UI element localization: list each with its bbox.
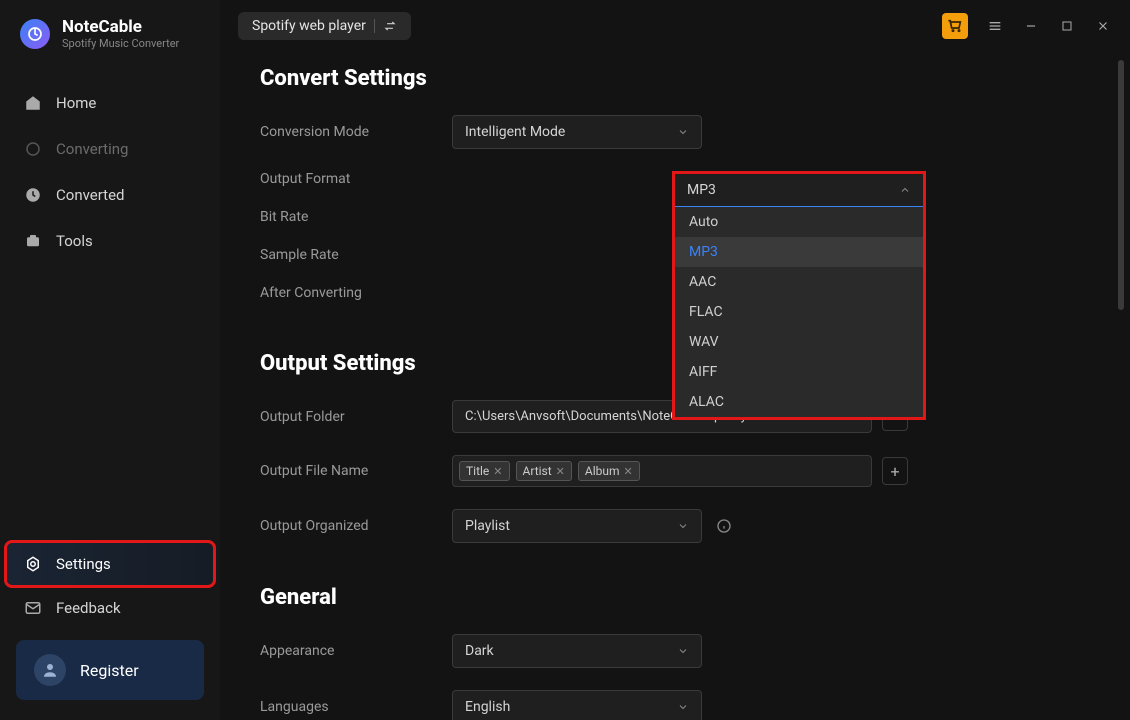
app-subtitle: Spotify Music Converter — [62, 37, 179, 50]
format-option-mp3[interactable]: MP3 — [675, 237, 923, 267]
sample-rate-label: Sample Rate — [260, 247, 452, 263]
sidebar-item-home[interactable]: Home — [0, 80, 220, 126]
nav: Home Converting Converted Tools — [0, 70, 220, 264]
languages-select[interactable]: English — [452, 690, 702, 720]
tag-remove-icon[interactable]: ✕ — [624, 465, 633, 478]
sidebar-item-converted[interactable]: Converted — [0, 172, 220, 218]
feedback-icon — [24, 599, 42, 617]
settings-icon — [24, 555, 42, 573]
chevron-up-icon — [899, 184, 911, 196]
tag-remove-icon[interactable]: ✕ — [556, 465, 565, 478]
output-format-dropdown: MP3 Auto MP3 AAC FLAC WAV AIFF ALAC — [672, 171, 926, 420]
close-button[interactable] — [1094, 17, 1112, 35]
scrollbar[interactable] — [1118, 60, 1124, 310]
format-option-alac[interactable]: ALAC — [675, 387, 923, 417]
sidebar-item-label: Converted — [56, 186, 125, 204]
tools-icon — [24, 232, 42, 250]
bit-rate-label: Bit Rate — [260, 209, 452, 225]
output-format-options: Auto MP3 AAC FLAC WAV AIFF ALAC — [675, 207, 923, 417]
sidebar-item-label: Home — [56, 94, 96, 112]
conversion-mode-value: Intelligent Mode — [465, 124, 565, 140]
output-filename-label: Output File Name — [260, 463, 452, 479]
maximize-button[interactable] — [1058, 17, 1076, 35]
main: Spotify web player — [220, 0, 1130, 720]
source-label: Spotify web player — [252, 18, 366, 34]
filename-tags[interactable]: Title✕ Artist✕ Album✕ — [452, 455, 872, 487]
sidebar-item-label: Feedback — [56, 599, 121, 617]
chevron-down-icon — [677, 520, 689, 532]
logo: NoteCable Spotify Music Converter — [0, 18, 220, 70]
minimize-button[interactable] — [1022, 17, 1040, 35]
format-option-auto[interactable]: Auto — [675, 207, 923, 237]
app-title: NoteCable — [62, 18, 179, 37]
register-button[interactable]: Register — [16, 640, 204, 700]
home-icon — [24, 94, 42, 112]
sidebar-item-label: Tools — [56, 232, 93, 250]
section-general-title: General — [260, 585, 1090, 610]
sidebar-item-label: Converting — [56, 140, 128, 158]
sidebar-item-feedback[interactable]: Feedback — [6, 586, 214, 630]
converting-icon — [24, 140, 42, 158]
register-label: Register — [80, 661, 139, 680]
format-option-wav[interactable]: WAV — [675, 327, 923, 357]
sidebar-item-tools[interactable]: Tools — [0, 218, 220, 264]
appearance-value: Dark — [465, 643, 494, 659]
output-organized-label: Output Organized — [260, 518, 452, 534]
filename-tag[interactable]: Artist✕ — [516, 461, 572, 481]
filename-tag[interactable]: Album✕ — [578, 461, 640, 481]
output-format-value: MP3 — [687, 182, 716, 198]
languages-value: English — [465, 699, 510, 715]
chevron-down-icon — [677, 126, 689, 138]
format-option-aiff[interactable]: AIFF — [675, 357, 923, 387]
conversion-mode-label: Conversion Mode — [260, 124, 452, 140]
output-format-label: Output Format — [260, 171, 452, 187]
languages-label: Languages — [260, 699, 452, 715]
logo-icon — [20, 19, 50, 49]
swap-icon — [383, 19, 397, 33]
sidebar-item-label: Settings — [56, 555, 111, 573]
chevron-down-icon — [677, 645, 689, 657]
chevron-down-icon — [677, 701, 689, 713]
appearance-select[interactable]: Dark — [452, 634, 702, 668]
sidebar-item-converting[interactable]: Converting — [0, 126, 220, 172]
add-tag-button[interactable]: + — [882, 457, 908, 485]
conversion-mode-select[interactable]: Intelligent Mode — [452, 115, 702, 149]
section-convert-title: Convert Settings — [260, 66, 1090, 91]
format-option-flac[interactable]: FLAC — [675, 297, 923, 327]
menu-button[interactable] — [986, 17, 1004, 35]
converted-icon — [24, 186, 42, 204]
appearance-label: Appearance — [260, 643, 452, 659]
topbar: Spotify web player — [220, 0, 1130, 52]
format-option-aac[interactable]: AAC — [675, 267, 923, 297]
filename-tag[interactable]: Title✕ — [459, 461, 510, 481]
output-organized-value: Playlist — [465, 518, 510, 534]
output-organized-select[interactable]: Playlist — [452, 509, 702, 543]
info-icon[interactable] — [716, 518, 732, 534]
tag-remove-icon[interactable]: ✕ — [493, 465, 502, 478]
sidebar: NoteCable Spotify Music Converter Home C… — [0, 0, 220, 720]
output-folder-label: Output Folder — [260, 409, 452, 425]
user-icon — [34, 654, 66, 686]
cart-button[interactable] — [942, 13, 968, 39]
after-converting-label: After Converting — [260, 285, 452, 301]
sidebar-item-settings[interactable]: Settings — [6, 542, 214, 586]
source-chip[interactable]: Spotify web player — [238, 12, 411, 40]
output-format-select[interactable]: MP3 — [675, 174, 923, 207]
